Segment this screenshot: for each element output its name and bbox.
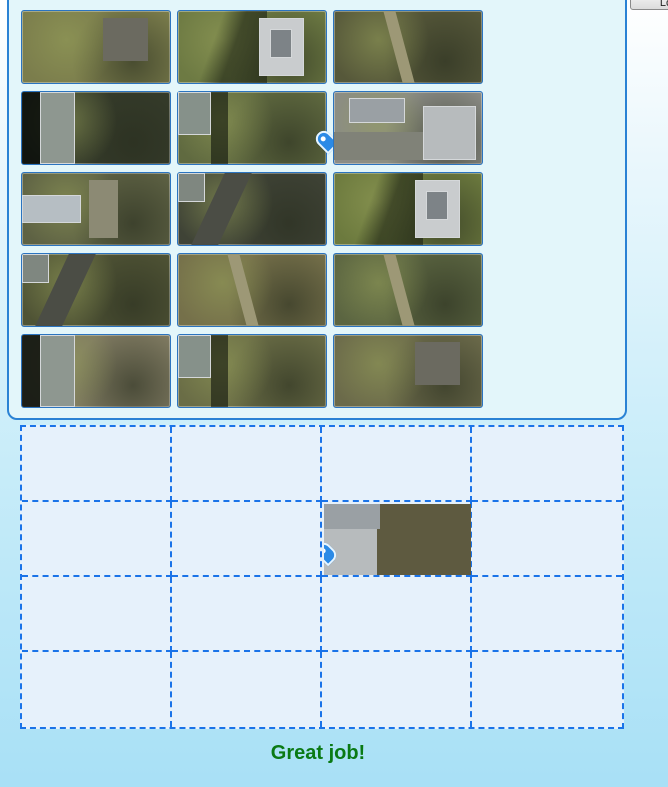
tile-1[interactable] <box>21 10 171 84</box>
board-cell[interactable] <box>22 652 172 727</box>
board-cell[interactable] <box>322 427 472 502</box>
tile-3[interactable] <box>333 10 483 84</box>
puzzle-board <box>20 425 624 729</box>
tile-7[interactable] <box>21 172 171 246</box>
tile-14[interactable] <box>177 334 327 408</box>
success-message: Great job! <box>270 742 366 764</box>
board-cell[interactable] <box>322 652 472 727</box>
piece-tray <box>7 0 627 420</box>
placed-tile[interactable] <box>324 504 471 575</box>
board-cell[interactable] <box>172 577 322 652</box>
board-cell[interactable] <box>172 502 322 577</box>
tile-8[interactable] <box>177 172 327 246</box>
tile-9[interactable] <box>333 172 483 246</box>
board-cell[interactable] <box>472 652 622 727</box>
board-cell[interactable] <box>22 427 172 502</box>
board-cell[interactable] <box>172 652 322 727</box>
tile-5[interactable] <box>177 91 340 165</box>
tile-2[interactable] <box>177 10 327 84</box>
tile-6[interactable] <box>333 91 483 165</box>
corner-button[interactable]: Lo <box>630 0 668 10</box>
board-cell[interactable] <box>22 577 172 652</box>
board-cell[interactable] <box>472 577 622 652</box>
board-cell[interactable] <box>22 502 172 577</box>
tile-13[interactable] <box>21 334 171 408</box>
tile-10[interactable] <box>21 253 171 327</box>
tile-4[interactable] <box>21 91 171 165</box>
board-cell[interactable] <box>322 577 472 652</box>
tile-12[interactable] <box>333 253 483 327</box>
board-cell[interactable] <box>472 427 622 502</box>
board-cell[interactable] <box>172 427 322 502</box>
tile-11[interactable] <box>177 253 327 327</box>
board-cell[interactable] <box>472 502 622 577</box>
tile-15[interactable] <box>333 334 483 408</box>
